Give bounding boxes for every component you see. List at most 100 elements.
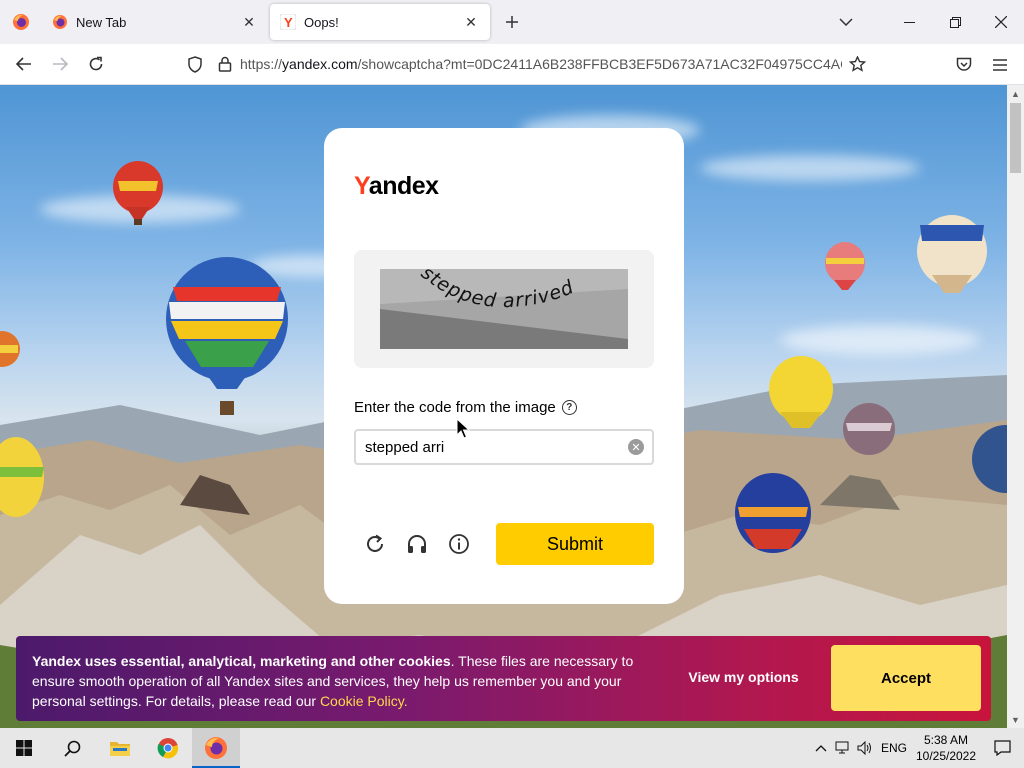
- cookie-policy-link-suffix: .: [403, 693, 408, 709]
- back-button[interactable]: [6, 48, 42, 80]
- file-explorer-button[interactable]: [96, 728, 144, 768]
- page-viewport: Yandex stepped arrived Enter the code fr…: [0, 85, 1007, 728]
- search-button[interactable]: [48, 728, 96, 768]
- close-icon: [995, 16, 1007, 28]
- tab-title: Oops!: [304, 14, 339, 30]
- captcha-image-container: stepped arrived: [354, 250, 654, 368]
- clear-input-icon[interactable]: ✕: [628, 439, 644, 455]
- close-tab-icon[interactable]: ✕: [462, 13, 480, 31]
- windows-taskbar: ENG 5:38 AM 10/25/2022: [0, 728, 1024, 768]
- yandex-favicon-icon: Y: [280, 14, 296, 30]
- firefox-taskbar-button[interactable]: [192, 728, 240, 768]
- balloon-image: [769, 356, 833, 428]
- chrome-icon: [157, 738, 179, 759]
- windows-logo-icon: [16, 740, 32, 756]
- balloon-image: [735, 473, 811, 553]
- notification-icon: [993, 740, 1011, 756]
- balloon-image: [0, 331, 20, 367]
- help-icon[interactable]: ?: [561, 400, 577, 415]
- cookie-banner-bold-text: Yandex uses essential, analytical, marke…: [32, 653, 451, 669]
- chrome-button[interactable]: [144, 728, 192, 768]
- info-button[interactable]: [446, 531, 472, 557]
- pocket-button[interactable]: [946, 49, 982, 81]
- show-hidden-icons-chevron-up-icon[interactable]: [810, 728, 832, 768]
- url-host: yandex.com: [282, 56, 358, 72]
- restore-button[interactable]: [932, 0, 978, 44]
- bookmark-star-icon[interactable]: [842, 56, 872, 72]
- captcha-card: Yandex stepped arrived Enter the code fr…: [324, 128, 684, 604]
- volume-icon[interactable]: [854, 728, 876, 768]
- network-icon[interactable]: [832, 728, 854, 768]
- svg-text:Y: Y: [284, 15, 293, 30]
- captcha-image: stepped arrived: [380, 269, 628, 349]
- reload-button[interactable]: [78, 48, 114, 80]
- scroll-down-arrow-icon[interactable]: ▼: [1007, 711, 1024, 728]
- new-tab-button[interactable]: [494, 4, 530, 40]
- refresh-captcha-button[interactable]: [362, 531, 388, 557]
- list-all-tabs-button[interactable]: [826, 0, 866, 44]
- arrow-left-icon: [16, 57, 31, 71]
- info-icon: [449, 534, 469, 554]
- forward-button[interactable]: [42, 48, 78, 80]
- system-tray: ENG 5:38 AM 10/25/2022: [810, 728, 1024, 768]
- url-text[interactable]: https://yandex.com/showcaptcha?mt=0DC241…: [240, 56, 842, 72]
- app-menu-button[interactable]: [982, 49, 1018, 81]
- captcha-input[interactable]: [354, 429, 654, 465]
- captcha-prompt: Enter the code from the image ?: [354, 399, 577, 416]
- start-button[interactable]: [0, 728, 48, 768]
- balloon-image: [113, 161, 163, 225]
- firefox-icon: [13, 14, 29, 30]
- navigation-toolbar: https://yandex.com/showcaptcha?mt=0DC241…: [0, 44, 1024, 85]
- accept-cookies-button[interactable]: Accept: [831, 645, 981, 711]
- plus-icon: [506, 16, 518, 28]
- notification-center-button[interactable]: [980, 728, 1024, 768]
- address-bar[interactable]: https://yandex.com/showcaptcha?mt=0DC241…: [180, 49, 880, 79]
- balloon-image: [972, 425, 1007, 493]
- minimize-icon: [903, 21, 915, 23]
- balloon-image: [166, 257, 288, 415]
- clock-time: 5:38 AM: [923, 733, 969, 747]
- cookie-banner-text: Yandex uses essential, analytical, marke…: [32, 651, 662, 711]
- restore-icon: [949, 16, 961, 28]
- minimize-button[interactable]: [886, 0, 932, 44]
- scrollbar-thumb[interactable]: [1010, 103, 1021, 173]
- folder-icon: [110, 742, 130, 756]
- tab-title: New Tab: [76, 14, 127, 30]
- chevron-down-icon: [839, 18, 853, 26]
- cookie-policy-link[interactable]: Cookie Policy: [320, 693, 404, 709]
- shield-icon[interactable]: [180, 55, 210, 73]
- search-icon: [63, 740, 80, 757]
- headphones-icon: [408, 535, 426, 553]
- audio-captcha-button[interactable]: [404, 531, 430, 557]
- arrow-right-icon: [53, 57, 68, 71]
- submit-button[interactable]: Submit: [496, 523, 654, 565]
- refresh-icon: [367, 534, 383, 552]
- scroll-up-arrow-icon[interactable]: ▲: [1007, 85, 1024, 102]
- firefox-icon: [205, 737, 227, 759]
- logo-letter-y: Y: [354, 172, 369, 200]
- clock-date: 10/25/2022: [915, 749, 977, 763]
- balloon-image: [917, 215, 987, 293]
- close-tab-icon[interactable]: ✕: [240, 13, 258, 31]
- tab-new-tab[interactable]: New Tab ✕: [42, 4, 268, 40]
- balloon-image: [0, 437, 44, 517]
- url-path: /showcaptcha?mt=0DC2411A6B238FFBCB3EF5D6…: [357, 56, 842, 72]
- captcha-prompt-label: Enter the code from the image: [354, 399, 556, 416]
- firefox-view-button[interactable]: [0, 0, 42, 44]
- view-options-button[interactable]: View my options: [676, 669, 811, 685]
- input-language-indicator[interactable]: ENG: [876, 728, 912, 768]
- page-scrollbar[interactable]: ▲ ▼: [1007, 85, 1024, 728]
- hamburger-menu-icon: [993, 58, 1007, 71]
- logo-rest: andex: [368, 172, 439, 200]
- yandex-logo[interactable]: Yandex: [354, 172, 439, 201]
- balloon-image: [843, 403, 895, 455]
- url-scheme: https://: [240, 56, 283, 72]
- firefox-favicon-icon: [53, 15, 67, 29]
- close-window-button[interactable]: [978, 0, 1024, 44]
- lock-icon[interactable]: [210, 56, 240, 72]
- pocket-icon: [956, 57, 972, 71]
- taskbar-clock[interactable]: 5:38 AM 10/25/2022: [912, 732, 980, 764]
- tab-oops[interactable]: Y Oops! ✕: [270, 4, 490, 40]
- mouse-cursor-icon: [456, 418, 470, 439]
- cookie-banner: Yandex uses essential, analytical, marke…: [16, 636, 991, 721]
